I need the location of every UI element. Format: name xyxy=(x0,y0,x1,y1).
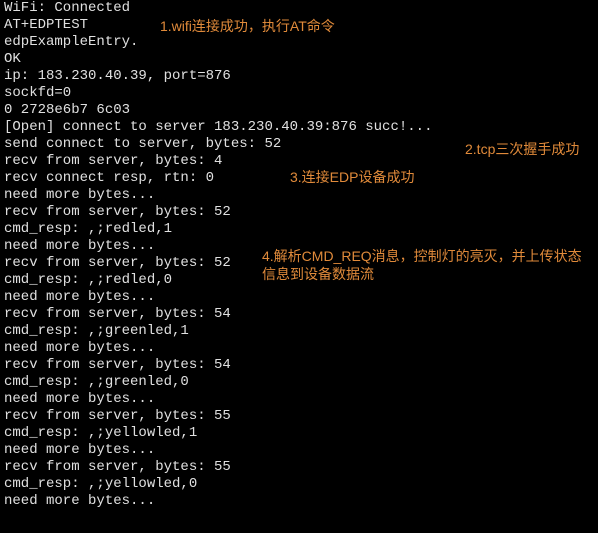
terminal-line: cmd_resp: ,;redled,1 xyxy=(0,221,598,238)
terminal-line: need more bytes... xyxy=(0,442,598,459)
terminal-line: ip: 183.230.40.39, port=876 xyxy=(0,68,598,85)
terminal-window: WiFi: Connected AT+EDPTEST edpExampleEnt… xyxy=(0,0,598,533)
terminal-line: OK xyxy=(0,51,598,68)
terminal-line: recv from server, bytes: 54 xyxy=(0,357,598,374)
terminal-line: cmd_resp: ,;yellowled,1 xyxy=(0,425,598,442)
annotation-4: 4.解析CMD_REQ消息，控制灯的亮灭，并上传状态信息到设备数据流 xyxy=(262,247,592,283)
terminal-line: cmd_resp: ,;greenled,1 xyxy=(0,323,598,340)
terminal-line: recv from server, bytes: 55 xyxy=(0,408,598,425)
terminal-line: 0 2728e6b7 6c03 xyxy=(0,102,598,119)
terminal-line: edpExampleEntry. xyxy=(0,34,598,51)
annotation-1: 1.wifi连接成功，执行AT命令 xyxy=(160,17,335,35)
terminal-line: need more bytes... xyxy=(0,391,598,408)
terminal-line: need more bytes... xyxy=(0,187,598,204)
terminal-line: need more bytes... xyxy=(0,289,598,306)
annotation-2: 2.tcp三次握手成功 xyxy=(465,140,595,158)
terminal-line: recv from server, bytes: 54 xyxy=(0,306,598,323)
terminal-line: [Open] connect to server 183.230.40.39:8… xyxy=(0,119,598,136)
terminal-line: need more bytes... xyxy=(0,493,598,510)
terminal-line: recv from server, bytes: 52 xyxy=(0,204,598,221)
terminal-line: cmd_resp: ,;greenled,0 xyxy=(0,374,598,391)
terminal-line: sockfd=0 xyxy=(0,85,598,102)
terminal-line: need more bytes... xyxy=(0,340,598,357)
terminal-line: cmd_resp: ,;yellowled,0 xyxy=(0,476,598,493)
terminal-line: recv from server, bytes: 55 xyxy=(0,459,598,476)
terminal-line: WiFi: Connected xyxy=(0,0,598,17)
annotation-3: 3.连接EDP设备成功 xyxy=(290,168,414,186)
